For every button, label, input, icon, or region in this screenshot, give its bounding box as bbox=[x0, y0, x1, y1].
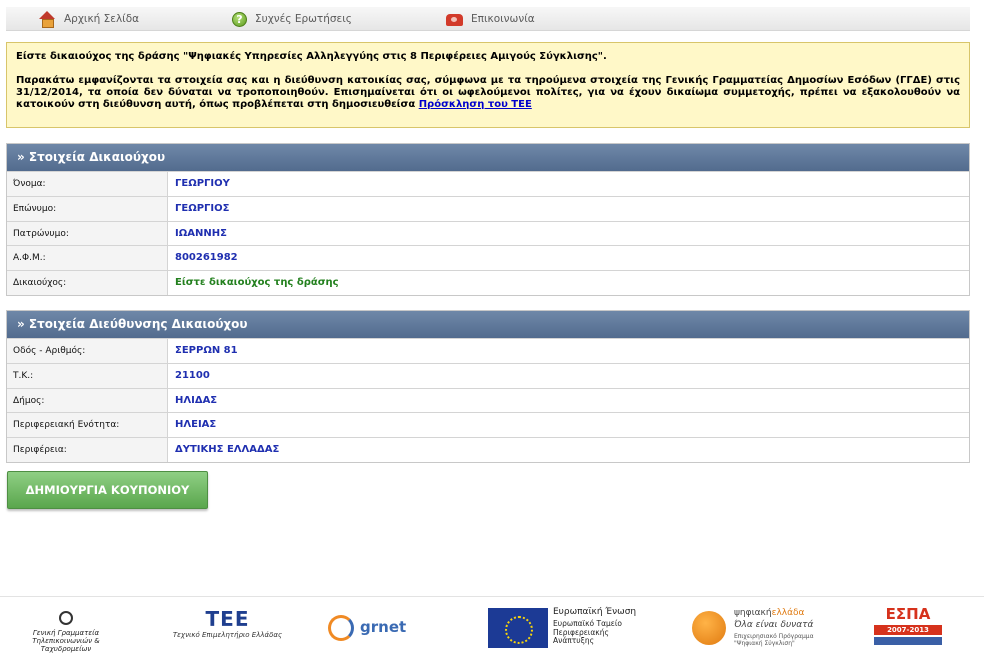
digital-greece-logo: ψηφιακήελλάδα Όλα είναι δυνατά Επιχειρησ… bbox=[690, 605, 850, 651]
municipality-label: Δήμος: bbox=[7, 388, 168, 413]
tax-id-value: 800261982 bbox=[168, 246, 969, 271]
tee-logo: ΤΕΕ Τεχνικό Επιμελητήριο Ελλάδας bbox=[165, 605, 290, 651]
last-name-value: ΓΕΩΡΓΙΟΣ bbox=[168, 196, 969, 221]
eu-logo: Ευρωπαϊκή Ένωση Ευρωπαϊκό Ταμείο Περιφερ… bbox=[487, 605, 647, 651]
digital-greece-title: ψηφιακήελλάδα bbox=[734, 608, 804, 618]
postal-code-value: 21100 bbox=[168, 363, 969, 388]
question-icon: ? bbox=[232, 11, 247, 27]
digital-greece-title-a: ψηφιακή bbox=[734, 608, 772, 618]
table-row: Περιφέρεια: ΔΥΤΙΚΗΣ ΕΛΛΑΔΑΣ bbox=[7, 437, 969, 462]
eligibility-status-value: Είστε δικαιούχος της δράσης bbox=[168, 271, 969, 295]
regional-unit-value: ΗΛΕΙΑΣ bbox=[168, 413, 969, 438]
espa-logo-band bbox=[874, 637, 942, 645]
digital-greece-emblem-icon bbox=[692, 611, 726, 645]
address-section-title: » Στοιχεία Διεύθυνσης Δικαιούχου bbox=[7, 311, 969, 338]
eu-logo-title: Ευρωπαϊκή Ένωση bbox=[553, 607, 637, 617]
digital-greece-motto: Όλα είναι δυνατά bbox=[734, 620, 814, 630]
gg-logo-line-1: Γενική Γραμματεία bbox=[32, 629, 100, 637]
tee-logo-text: Τεχνικό Επιμελητήριο Ελλάδας bbox=[172, 631, 283, 639]
nav-faq-label: Συχνές Ερωτήσεις bbox=[255, 13, 352, 25]
nav-home-label: Αρχική Σελίδα bbox=[64, 13, 140, 25]
table-row: Επώνυμο: ΓΕΩΡΓΙΟΣ bbox=[7, 195, 969, 221]
table-row: Α.Φ.Μ.: 800261982 bbox=[7, 245, 969, 271]
eligibility-notice: Είστε δικαιούχος της δράσης "Ψηφιακές Υπ… bbox=[6, 42, 970, 128]
table-row: Δικαιούχος: Είστε δικαιούχος της δράσης bbox=[7, 270, 969, 295]
first-name-label: Όνομα: bbox=[7, 172, 168, 196]
table-row: Περιφερειακή Ενότητα: ΗΛΕΙΑΣ bbox=[7, 412, 969, 438]
phone-icon bbox=[446, 14, 463, 26]
notice-line-2: Παρακάτω εμφανίζονται τα στοιχεία σας κα… bbox=[16, 75, 960, 111]
table-row: Τ.Κ.: 21100 bbox=[7, 362, 969, 388]
street-value: ΣΕΡΡΩΝ 81 bbox=[168, 339, 969, 363]
eu-logo-fund: Ευρωπαϊκό Ταμείο Περιφερειακής Ανάπτυξης bbox=[553, 619, 622, 646]
fathers-name-value: ΙΩΑΝΝΗΣ bbox=[168, 221, 969, 246]
digital-greece-title-b: ελλάδα bbox=[771, 608, 805, 618]
beneficiary-section-title: » Στοιχεία Δικαιούχου bbox=[7, 144, 969, 171]
last-name-label: Επώνυμο: bbox=[7, 196, 168, 221]
digital-greece-sub-1: Επιχειρησιακό Πρόγραμμα bbox=[734, 633, 814, 640]
coat-of-arms-icon bbox=[59, 611, 73, 625]
footer-logos: Γενική Γραμματεία Τηλεπικοινωνιών & Ταχυ… bbox=[0, 596, 984, 656]
gg-logo-line-2: Τηλεπικοινωνιών & Ταχυδρομείων bbox=[32, 637, 100, 653]
regional-unit-label: Περιφερειακή Ενότητα: bbox=[7, 413, 168, 438]
fathers-name-label: Πατρώνυμο: bbox=[7, 221, 168, 246]
eu-fund-line-3: Ανάπτυξης bbox=[553, 636, 594, 645]
nav-faq-link[interactable]: ? Συχνές Ερωτήσεις bbox=[232, 9, 352, 29]
grnet-swirl-icon bbox=[328, 615, 354, 641]
espa-logo-title: ΕΣΠΑ bbox=[885, 605, 931, 623]
municipality-value: ΗΛΙΔΑΣ bbox=[168, 388, 969, 413]
region-label: Περιφέρεια: bbox=[7, 438, 168, 462]
nav-contact-label: Επικοινωνία bbox=[471, 13, 535, 25]
region-value: ΔΥΤΙΚΗΣ ΕΛΛΑΔΑΣ bbox=[168, 438, 969, 462]
tee-logo-mark: ΤΕΕ bbox=[205, 607, 250, 631]
table-row: Οδός - Αριθμός: ΣΕΡΡΩΝ 81 bbox=[7, 338, 969, 363]
eligibility-label: Δικαιούχος: bbox=[7, 271, 168, 295]
invitation-link[interactable]: Πρόσκληση του ΤΕΕ bbox=[419, 99, 532, 110]
first-name-value: ΓΕΩΡΓΙΟΥ bbox=[168, 172, 969, 196]
table-row: Όνομα: ΓΕΩΡΓΙΟΥ bbox=[7, 171, 969, 196]
nav-home-link[interactable]: Αρχική Σελίδα bbox=[38, 9, 139, 29]
espa-logo: ΕΣΠΑ 2007-2013 bbox=[874, 605, 942, 655]
beneficiary-section: » Στοιχεία Δικαιούχου Όνομα: ΓΕΩΡΓΙΟΥ Επ… bbox=[6, 143, 970, 296]
grnet-logo-text: grnet bbox=[360, 618, 407, 636]
digital-greece-sub-2: "Ψηφιακή Σύγκλιση" bbox=[734, 640, 795, 647]
gg-telecom-logo: Γενική Γραμματεία Τηλεπικοινωνιών & Ταχυ… bbox=[6, 605, 126, 653]
digital-greece-sub: Επιχειρησιακό Πρόγραμμα "Ψηφιακή Σύγκλισ… bbox=[734, 633, 814, 647]
espa-logo-years: 2007-2013 bbox=[874, 625, 942, 635]
create-coupon-button[interactable]: ΔΗΜΙΟΥΡΓΙΑ ΚΟΥΠΟΝΙΟΥ bbox=[7, 471, 208, 509]
notice-line-1: Είστε δικαιούχος της δράσης "Ψηφιακές Υπ… bbox=[16, 51, 607, 62]
nav-contact-link[interactable]: Επικοινωνία bbox=[446, 9, 535, 29]
grnet-logo: grnet bbox=[326, 605, 418, 651]
eu-flag-icon bbox=[488, 608, 548, 648]
top-navigation: Αρχική Σελίδα ? Συχνές Ερωτήσεις Επικοιν… bbox=[6, 7, 970, 31]
postal-code-label: Τ.Κ.: bbox=[7, 363, 168, 388]
street-label: Οδός - Αριθμός: bbox=[7, 339, 168, 363]
table-row: Πατρώνυμο: ΙΩΑΝΝΗΣ bbox=[7, 220, 969, 246]
home-icon bbox=[38, 11, 56, 28]
table-row: Δήμος: ΗΛΙΔΑΣ bbox=[7, 387, 969, 413]
tax-id-label: Α.Φ.Μ.: bbox=[7, 246, 168, 271]
address-section: » Στοιχεία Διεύθυνσης Δικαιούχου Οδός - … bbox=[6, 310, 970, 463]
